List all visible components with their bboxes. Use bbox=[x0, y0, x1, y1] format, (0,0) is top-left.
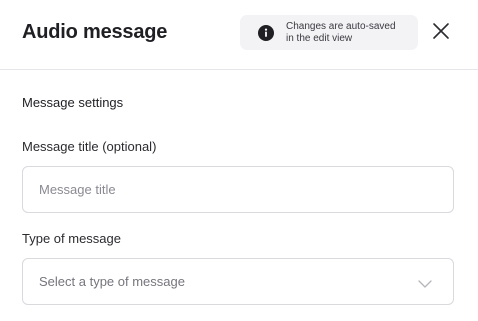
message-type-label: Type of message bbox=[22, 231, 121, 246]
audio-message-panel: Audio message Changes are auto-saved in … bbox=[0, 0, 478, 321]
section-heading: Message settings bbox=[22, 95, 124, 110]
auto-save-notice-text: Changes are auto-saved in the edit view bbox=[286, 21, 412, 45]
page-title: Audio message bbox=[22, 21, 168, 43]
panel-header: Audio message Changes are auto-saved in … bbox=[0, 0, 478, 70]
chevron-down-icon bbox=[417, 277, 433, 289]
auto-save-notice: Changes are auto-saved in the edit view bbox=[240, 15, 418, 50]
message-title-input[interactable] bbox=[23, 167, 453, 212]
message-title-label: Message title (optional) bbox=[22, 139, 157, 154]
message-title-field bbox=[22, 166, 454, 213]
info-icon bbox=[258, 25, 274, 41]
close-icon bbox=[432, 22, 450, 45]
message-type-selected-value: Select a type of message bbox=[39, 274, 185, 289]
notice-line-2: in the edit view bbox=[286, 33, 353, 44]
message-type-select[interactable]: Select a type of message bbox=[22, 258, 454, 305]
notice-line-1: Changes are auto-saved bbox=[286, 21, 396, 32]
close-button[interactable] bbox=[430, 22, 452, 44]
